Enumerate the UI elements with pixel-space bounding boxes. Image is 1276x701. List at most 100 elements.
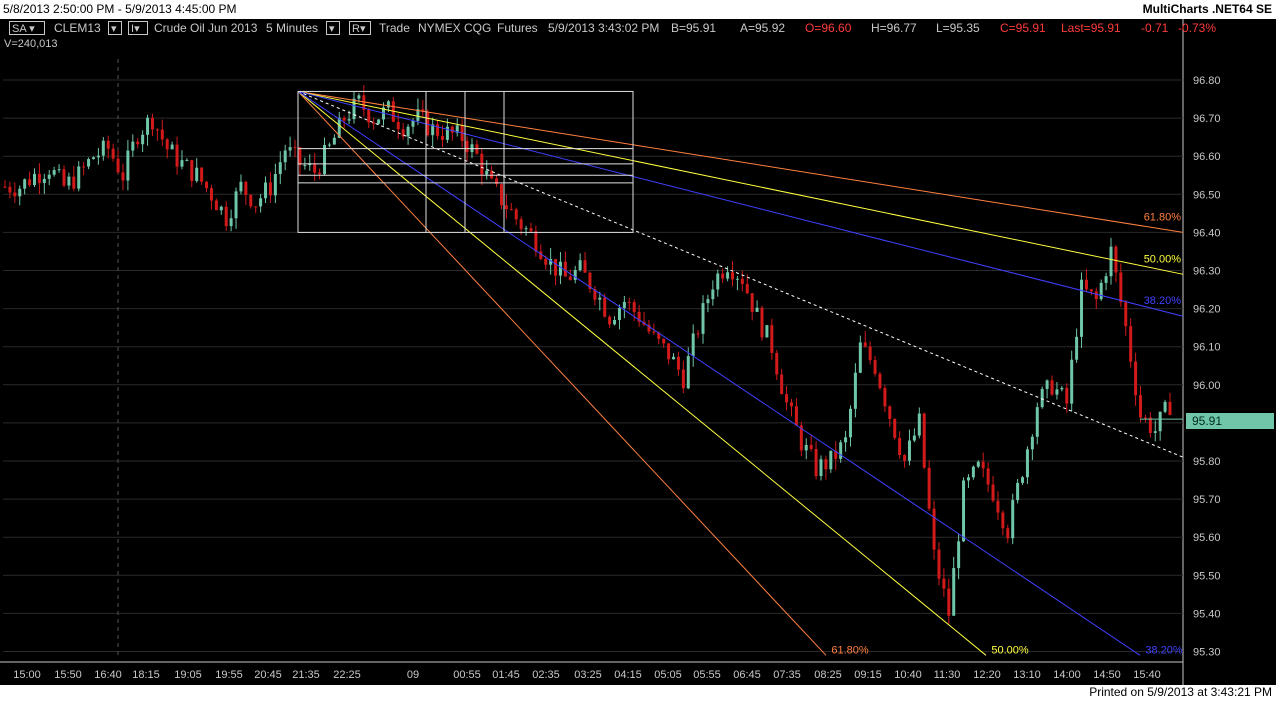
- y-tick-label: 96.00: [1193, 380, 1221, 392]
- candle-body: [868, 346, 872, 361]
- candle-body: [917, 413, 921, 436]
- fan-label-lower: 38.20%: [1145, 644, 1183, 656]
- candle-body: [1168, 401, 1172, 415]
- fan-line-lower: [297, 91, 987, 656]
- chevron-down-icon: ▾: [134, 23, 140, 35]
- candle-body: [126, 150, 130, 181]
- candle-body: [268, 182, 272, 196]
- symbol-dropdown[interactable]: ▾: [108, 21, 122, 35]
- candle-body: [259, 198, 263, 207]
- candle-body: [1065, 387, 1069, 404]
- candle-body: [214, 200, 218, 211]
- candle-body: [52, 170, 56, 175]
- candle-body: [195, 167, 199, 182]
- candle-body: [888, 406, 892, 419]
- candle-body: [219, 206, 223, 211]
- candle-body: [150, 117, 154, 130]
- candle-body: [893, 418, 897, 438]
- candle-body: [721, 273, 725, 279]
- candle-body: [558, 261, 562, 276]
- x-tick-label: 07:35: [773, 669, 801, 681]
- candle-body: [77, 166, 81, 189]
- candle-body: [318, 172, 322, 175]
- candle-body: [37, 173, 41, 183]
- candle-body: [23, 179, 27, 189]
- candle-body: [1011, 500, 1015, 539]
- candle-body: [8, 186, 12, 193]
- candle-body: [1134, 361, 1138, 396]
- candle-body: [42, 178, 46, 183]
- candle-body: [504, 205, 508, 210]
- chart-area[interactable]: 96.80 96.70 96.60 96.50 96.40 96.30 96.20 96.10…: [0, 19, 1276, 685]
- candle-body: [981, 461, 985, 469]
- x-tick-label: 16:40: [94, 669, 122, 681]
- data-type: Trade: [379, 21, 410, 35]
- resolution-dropdown[interactable]: ▾: [326, 21, 340, 35]
- chevron-down-icon: ▾: [359, 23, 366, 35]
- candle-body: [1143, 417, 1147, 419]
- close-price: C=95.91: [1000, 21, 1046, 35]
- fan-line-upper: [297, 90, 1184, 317]
- interval-dropdown[interactable]: I▾: [128, 21, 148, 35]
- candle-body: [1129, 326, 1133, 362]
- y-tick-label: 96.50: [1193, 189, 1221, 201]
- candle-body: [1001, 512, 1005, 529]
- mode-dropdown[interactable]: SA ▾: [9, 21, 45, 35]
- candle-body: [627, 301, 631, 303]
- candle-body: [1089, 289, 1093, 292]
- last-price-marker: 95.91: [1186, 413, 1274, 429]
- candle-body: [1016, 482, 1020, 501]
- x-tick-label: 19:55: [215, 669, 243, 681]
- candle-body: [200, 167, 204, 182]
- instrument-category: Futures: [497, 21, 538, 35]
- candle-body: [514, 209, 518, 220]
- candle-body: [121, 172, 125, 181]
- fan-line-lower: [297, 91, 827, 656]
- symbol-description: Crude Oil Jun 2013: [154, 21, 258, 35]
- open-price: O=96.60: [805, 21, 852, 35]
- candle-body: [789, 402, 793, 407]
- candle-body: [18, 188, 22, 197]
- candle-body: [1030, 436, 1034, 450]
- candle-body: [28, 179, 32, 186]
- y-tick-label: 96.80: [1193, 75, 1221, 87]
- candle-body: [686, 356, 690, 389]
- last-price: Last=95.91: [1061, 21, 1121, 35]
- candle-body: [273, 174, 277, 196]
- price-chart[interactable]: 96.80 96.70 96.60 96.50 96.40 96.30 96.20 96.10…: [0, 19, 1276, 685]
- candle-body: [622, 301, 626, 309]
- candle-body: [155, 129, 159, 131]
- candle-body: [293, 147, 297, 149]
- y-tick-label: 96.10: [1193, 342, 1221, 354]
- candle-body: [170, 144, 174, 150]
- candle-body: [681, 369, 685, 389]
- candle-body: [377, 119, 381, 124]
- candle-body: [932, 508, 936, 550]
- fan-label-lower: 50.00%: [991, 644, 1029, 656]
- candle-body: [1094, 291, 1098, 300]
- candle-body: [603, 297, 607, 317]
- candle-body: [1025, 449, 1029, 478]
- candle-body: [662, 338, 666, 344]
- candle-body: [499, 184, 503, 206]
- candle-body: [1119, 272, 1123, 303]
- candle-body: [1045, 380, 1049, 389]
- r-dropdown[interactable]: R▾: [349, 21, 371, 35]
- candle-body: [691, 333, 695, 357]
- candle-body: [254, 206, 258, 208]
- candle-body: [991, 484, 995, 501]
- candle-body: [72, 176, 76, 189]
- candle-body: [1153, 431, 1157, 433]
- x-tick-label: 06:45: [733, 669, 761, 681]
- candle-body: [735, 278, 739, 280]
- candle-body: [288, 147, 292, 151]
- candle-body: [96, 155, 100, 158]
- candle-body: [141, 134, 145, 145]
- fan-label-upper: 38.20%: [1144, 295, 1182, 307]
- candle-body: [3, 186, 7, 188]
- y-tick-label: 95.70: [1193, 494, 1221, 506]
- candle-body: [957, 541, 961, 569]
- x-tick-label: 14:50: [1093, 669, 1121, 681]
- candle-body: [1055, 389, 1059, 395]
- candle-body: [652, 331, 656, 333]
